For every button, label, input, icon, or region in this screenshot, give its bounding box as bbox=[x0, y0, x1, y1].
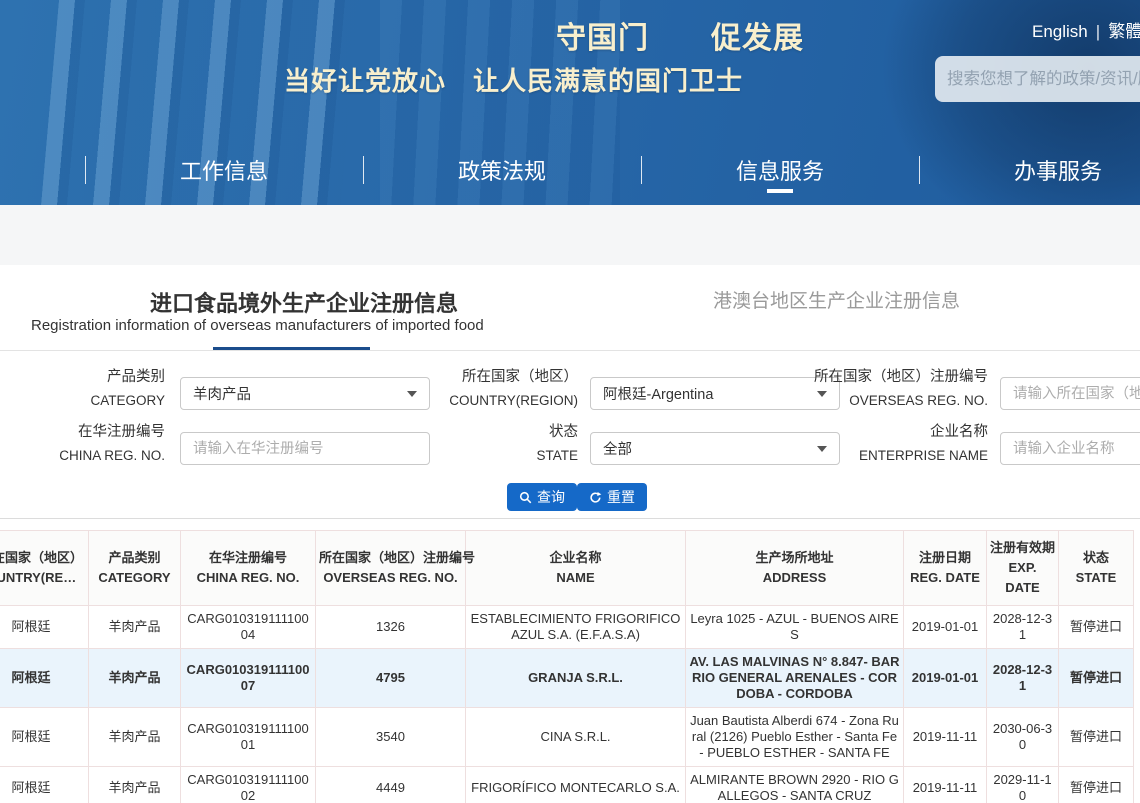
search-icon bbox=[519, 491, 532, 504]
table-header-row: 所在国家（地区）COUNTRY(REGION)产品类别CATEGORY在华注册编… bbox=[0, 531, 1134, 606]
table-cell: GRANJA S.R.L. bbox=[466, 649, 686, 708]
traditional-chinese-link[interactable]: 繁體版 bbox=[1108, 22, 1140, 41]
table-cell: 2028-12-31 bbox=[987, 606, 1059, 649]
table-cell: 暂停进口 bbox=[1059, 767, 1134, 803]
table-cell: 阿根廷 bbox=[0, 649, 89, 708]
gray-band bbox=[0, 205, 1140, 265]
table-cell: ALMIRANTE BROWN 2920 - RIO GALLEGOS - SA… bbox=[686, 767, 904, 803]
table-cell: 暂停进口 bbox=[1059, 708, 1134, 767]
table-cell: 2019-01-01 bbox=[904, 649, 987, 708]
table-cell: 2019-11-11 bbox=[904, 767, 987, 803]
table-cell: 1326 bbox=[316, 606, 466, 649]
country-label: 所在国家（地区）COUNTRY(REGION) bbox=[348, 366, 578, 412]
column-header-overseas-reg-no: 所在国家（地区）注册编号OVERSEAS REG. NO. bbox=[316, 531, 466, 606]
reset-button[interactable]: 重置 bbox=[577, 483, 647, 511]
table-cell: FRIGORÍFICO MONTECARLO S.A. bbox=[466, 767, 686, 803]
table-cell: 4449 bbox=[316, 767, 466, 803]
slogan-line-2: 当好让党放心 让人民满意的国门卫士 bbox=[284, 61, 743, 98]
column-header-country: 所在国家（地区）COUNTRY(REGION) bbox=[0, 531, 89, 606]
site-header: 守国门 促发展 当好让党放心 让人民满意的国门卫士 English | 繁體版 工作… bbox=[0, 0, 1140, 205]
column-header-name: 企业名称NAME bbox=[466, 531, 686, 606]
table-row[interactable]: 阿根廷羊肉产品CARG010319111100013540CINA S.R.L.… bbox=[0, 708, 1134, 767]
category-label: 产品类别CATEGORY bbox=[0, 366, 165, 412]
nav-item-info-service[interactable]: 信息服务 bbox=[641, 140, 919, 200]
state-label: 状态STATE bbox=[348, 421, 578, 467]
table-cell: 暂停进口 bbox=[1059, 606, 1134, 649]
table-cell: 阿根廷 bbox=[0, 708, 89, 767]
table-cell: 暂停进口 bbox=[1059, 649, 1134, 708]
table-row[interactable]: 阿根廷羊肉产品CARG010319111100024449FRIGORÍFICO… bbox=[0, 767, 1134, 803]
overseas-reg-no-input[interactable] bbox=[1000, 377, 1140, 410]
table-cell: Juan Bautista Alberdi 674 - Zona Rural (… bbox=[686, 708, 904, 767]
page: 守国门 促发展 当好让党放心 让人民满意的国门卫士 English | 繁體版 工作… bbox=[0, 0, 1140, 803]
english-link[interactable]: English bbox=[1032, 22, 1088, 41]
table-cell: 2019-11-11 bbox=[904, 708, 987, 767]
divider bbox=[0, 518, 1140, 519]
results-table: 所在国家（地区）COUNTRY(REGION)产品类别CATEGORY在华注册编… bbox=[0, 530, 1134, 803]
table-cell: CARG01031911110001 bbox=[181, 708, 316, 767]
results-table-viewport: 所在国家（地区）COUNTRY(REGION)产品类别CATEGORY在华注册编… bbox=[0, 530, 1140, 803]
language-separator: | bbox=[1096, 22, 1100, 41]
state-select-value: 全部 bbox=[603, 438, 632, 459]
table-cell: AV. LAS MALVINAS N° 8.847- BARRIO GENERA… bbox=[686, 649, 904, 708]
search-input[interactable] bbox=[935, 56, 1140, 102]
overseas-reg-no-label: 所在国家（地区）注册编号OVERSEAS REG. NO. bbox=[758, 366, 988, 412]
table-row[interactable]: 阿根廷羊肉产品CARG010319111100074795GRANJA S.R.… bbox=[0, 649, 1134, 708]
table-cell: CARG01031911110002 bbox=[181, 767, 316, 803]
nav-item-policy[interactable]: 政策法规 bbox=[363, 140, 641, 200]
table-row[interactable]: 阿根廷羊肉产品CARG010319111100041326ESTABLECIMI… bbox=[0, 606, 1134, 649]
refresh-icon bbox=[589, 491, 602, 504]
column-header-state: 状态STATE bbox=[1059, 531, 1134, 606]
country-select-value: 阿根廷-Argentina bbox=[603, 383, 713, 404]
table-cell: CARG01031911110007 bbox=[181, 649, 316, 708]
table-cell: 2028-12-31 bbox=[987, 649, 1059, 708]
table-cell: 阿根廷 bbox=[0, 606, 89, 649]
search-button[interactable]: 查询 bbox=[507, 483, 577, 511]
table-cell: 羊肉产品 bbox=[89, 708, 181, 767]
table-cell: CARG01031911110004 bbox=[181, 606, 316, 649]
tab-hk-macao-taiwan[interactable]: 港澳台地区生产企业注册信息 bbox=[713, 286, 960, 313]
column-header-exp-date: 注册有效期EXP. DATE bbox=[987, 531, 1059, 606]
nav-item-service-hall[interactable]: 办事服务 bbox=[919, 140, 1140, 200]
category-select-value: 羊肉产品 bbox=[193, 383, 251, 404]
table-cell: 阿根廷 bbox=[0, 767, 89, 803]
table-cell: 羊肉产品 bbox=[89, 606, 181, 649]
table-cell: 4795 bbox=[316, 649, 466, 708]
table-cell: Leyra 1025 - AZUL - BUENOS AIRES bbox=[686, 606, 904, 649]
table-cell: 2029-11-10 bbox=[987, 767, 1059, 803]
column-header-address: 生产场所地址ADDRESS bbox=[686, 531, 904, 606]
table-cell: 羊肉产品 bbox=[89, 649, 181, 708]
nav-item-work-info[interactable]: 工作信息 bbox=[85, 140, 363, 200]
enterprise-name-label: 企业名称ENTERPRISE NAME bbox=[758, 421, 988, 467]
table-cell: 2019-01-01 bbox=[904, 606, 987, 649]
site-search bbox=[935, 56, 1140, 102]
table-cell: 2030-06-30 bbox=[987, 708, 1059, 767]
column-header-category: 产品类别CATEGORY bbox=[89, 531, 181, 606]
table-cell: 羊肉产品 bbox=[89, 767, 181, 803]
table-cell: CINA S.R.L. bbox=[466, 708, 686, 767]
slogan-line-1: 守国门 促发展 bbox=[556, 13, 804, 57]
divider bbox=[0, 350, 1140, 351]
table-cell: 3540 bbox=[316, 708, 466, 767]
language-switcher: English | 繁體版 bbox=[1032, 17, 1140, 42]
enterprise-name-input[interactable] bbox=[1000, 432, 1140, 465]
column-header-china-reg-no: 在华注册编号CHINA REG. NO. bbox=[181, 531, 316, 606]
table-cell: ESTABLECIMIENTO FRIGORIFICO AZUL S.A. (E… bbox=[466, 606, 686, 649]
china-reg-no-label: 在华注册编号CHINA REG. NO. bbox=[0, 421, 165, 467]
page-title-en: Registration information of overseas man… bbox=[31, 317, 484, 334]
column-header-reg-date: 注册日期REG. DATE bbox=[904, 531, 987, 606]
page-title-zh[interactable]: 进口食品境外生产企业注册信息 bbox=[150, 286, 458, 318]
